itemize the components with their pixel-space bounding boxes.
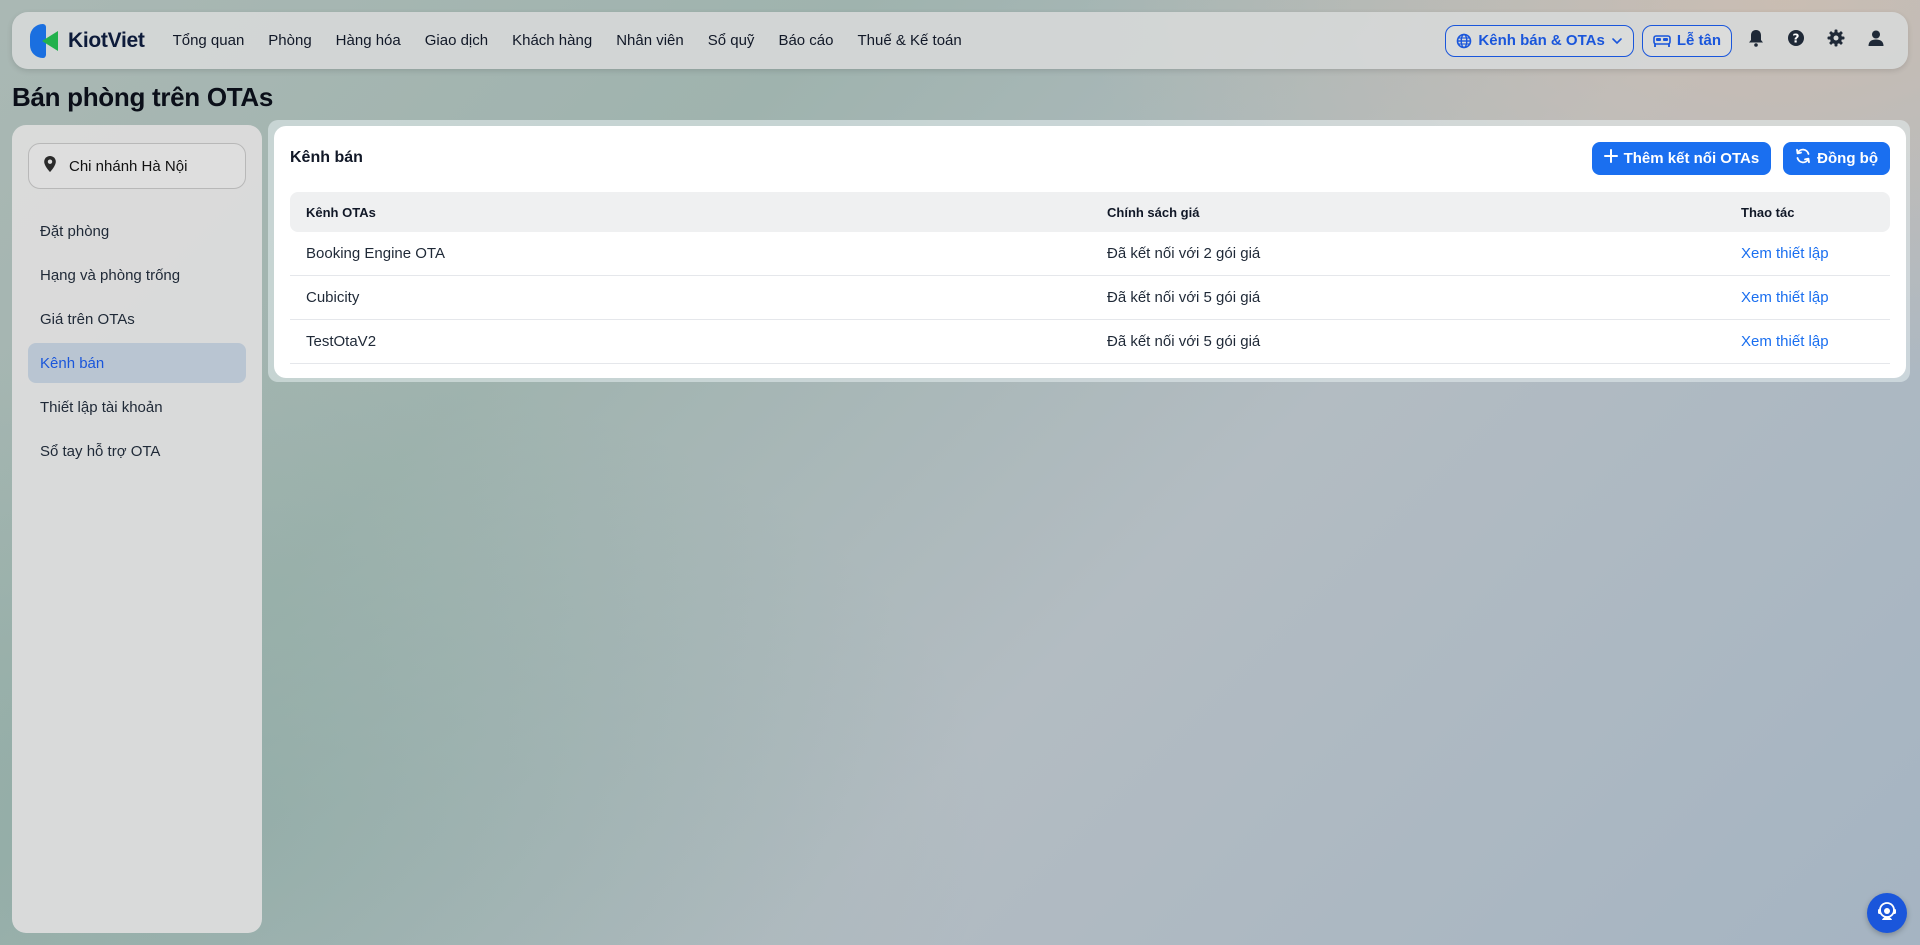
channel-otas-dropdown[interactable]: Kênh bán & OTAs [1445, 24, 1634, 57]
globe-icon [1456, 33, 1472, 49]
card-header: Kênh bán Thêm kết nối OTAs Đồng bộ [290, 126, 1890, 190]
channel-name: Cubicity [306, 289, 360, 306]
table-header: Kênh OTAs Chính sách giá Thao tác [290, 192, 1890, 232]
kiotviet-logo-icon [28, 23, 60, 58]
top-right-actions: Kênh bán & OTAs Lễ tân ? [1445, 24, 1892, 57]
location-pin-icon [43, 155, 57, 177]
view-settings-link[interactable]: Xem thiết lập [1741, 333, 1829, 350]
column-header-price-policy: Chính sách giá [1107, 204, 1200, 220]
notifications-button[interactable] [1740, 25, 1772, 57]
channel-otas-label: Kênh bán & OTAs [1478, 32, 1605, 49]
top-navigation-bar: KiotViet Tổng quan Phòng Hàng hóa Giao d… [12, 12, 1908, 69]
sync-icon [1795, 148, 1811, 168]
main-nav: Tổng quan Phòng Hàng hóa Giao dịch Khách… [173, 32, 962, 49]
nav-item-rooms[interactable]: Phòng [268, 32, 311, 49]
nav-item-goods[interactable]: Hàng hóa [336, 32, 401, 49]
nav-item-cashbook[interactable]: Sổ quỹ [708, 32, 755, 49]
nav-item-overview[interactable]: Tổng quan [173, 32, 245, 49]
table-row: Booking Engine OTA Đã kết nối với 2 gói … [290, 232, 1890, 276]
chevron-down-icon [1611, 35, 1623, 47]
sidebar-item-ota-handbook[interactable]: Sổ tay hỗ trợ OTA [28, 431, 246, 471]
sync-label: Đồng bộ [1817, 149, 1878, 167]
sidebar-item-sales-channels[interactable]: Kênh bán [28, 343, 246, 383]
sidebar-item-ota-prices[interactable]: Giá trên OTAs [28, 299, 246, 339]
plus-icon [1603, 149, 1618, 167]
nav-item-transactions[interactable]: Giao dịch [425, 32, 488, 49]
view-settings-link[interactable]: Xem thiết lập [1741, 289, 1829, 306]
bed-icon [1653, 33, 1671, 49]
sidebar-item-bookings[interactable]: Đặt phòng [28, 211, 246, 251]
reception-button[interactable]: Lễ tân [1641, 24, 1732, 57]
support-chat-button[interactable] [1867, 893, 1907, 933]
add-ota-connection-label: Thêm kết nối OTAs [1623, 149, 1760, 167]
card-title: Kênh bán [290, 149, 363, 166]
bell-icon [1748, 29, 1764, 52]
channel-name: TestOtaV2 [306, 333, 377, 350]
column-header-channel: Kênh OTAs [306, 204, 376, 220]
price-policy-status: Đã kết nối với 5 gói giá [1107, 289, 1261, 306]
sidebar: Chi nhánh Hà Nội Đặt phòng Hạng và phòng… [12, 125, 262, 933]
settings-button[interactable] [1820, 25, 1852, 57]
table-row: TestOtaV2 Đã kết nối với 5 gói giá Xem t… [290, 320, 1890, 364]
add-ota-connection-button[interactable]: Thêm kết nối OTAs [1591, 141, 1772, 175]
channel-name: Booking Engine OTA [306, 245, 445, 262]
sync-button[interactable]: Đồng bộ [1783, 141, 1890, 175]
nav-item-reports[interactable]: Báo cáo [778, 32, 833, 49]
sales-channels-card: Kênh bán Thêm kết nối OTAs Đồng bộ Kênh … [274, 126, 1906, 378]
sidebar-item-account-settings[interactable]: Thiết lập tài khoản [28, 387, 246, 427]
nav-item-customers[interactable]: Khách hàng [512, 32, 592, 49]
account-button[interactable] [1860, 25, 1892, 57]
svg-text:?: ? [1793, 32, 1800, 46]
app-logo[interactable]: KiotViet [28, 23, 145, 58]
branch-name: Chi nhánh Hà Nội [69, 157, 188, 175]
nav-item-staff[interactable]: Nhân viên [616, 32, 684, 49]
help-button[interactable]: ? [1780, 25, 1812, 57]
table-row: Cubicity Đã kết nối với 5 gói giá Xem th… [290, 276, 1890, 320]
support-chat-icon [1876, 900, 1898, 927]
price-policy-status: Đã kết nối với 5 gói giá [1107, 333, 1261, 350]
price-policy-status: Đã kết nối với 2 gói giá [1107, 245, 1261, 262]
page-title: Bán phòng trên OTAs [12, 82, 274, 112]
nav-item-tax-accounting[interactable]: Thuế & Kế toán [857, 32, 961, 49]
user-icon [1867, 29, 1885, 52]
view-settings-link[interactable]: Xem thiết lập [1741, 245, 1829, 262]
column-header-actions: Thao tác [1741, 204, 1795, 220]
reception-label: Lễ tân [1676, 32, 1721, 49]
branch-selector[interactable]: Chi nhánh Hà Nội [28, 143, 246, 189]
help-icon: ? [1787, 29, 1805, 52]
card-actions: Thêm kết nối OTAs Đồng bộ [1591, 141, 1890, 175]
app-name: KiotViet [68, 28, 145, 52]
gear-icon [1827, 29, 1845, 52]
sidebar-item-room-availability[interactable]: Hạng và phòng trống [28, 255, 246, 295]
